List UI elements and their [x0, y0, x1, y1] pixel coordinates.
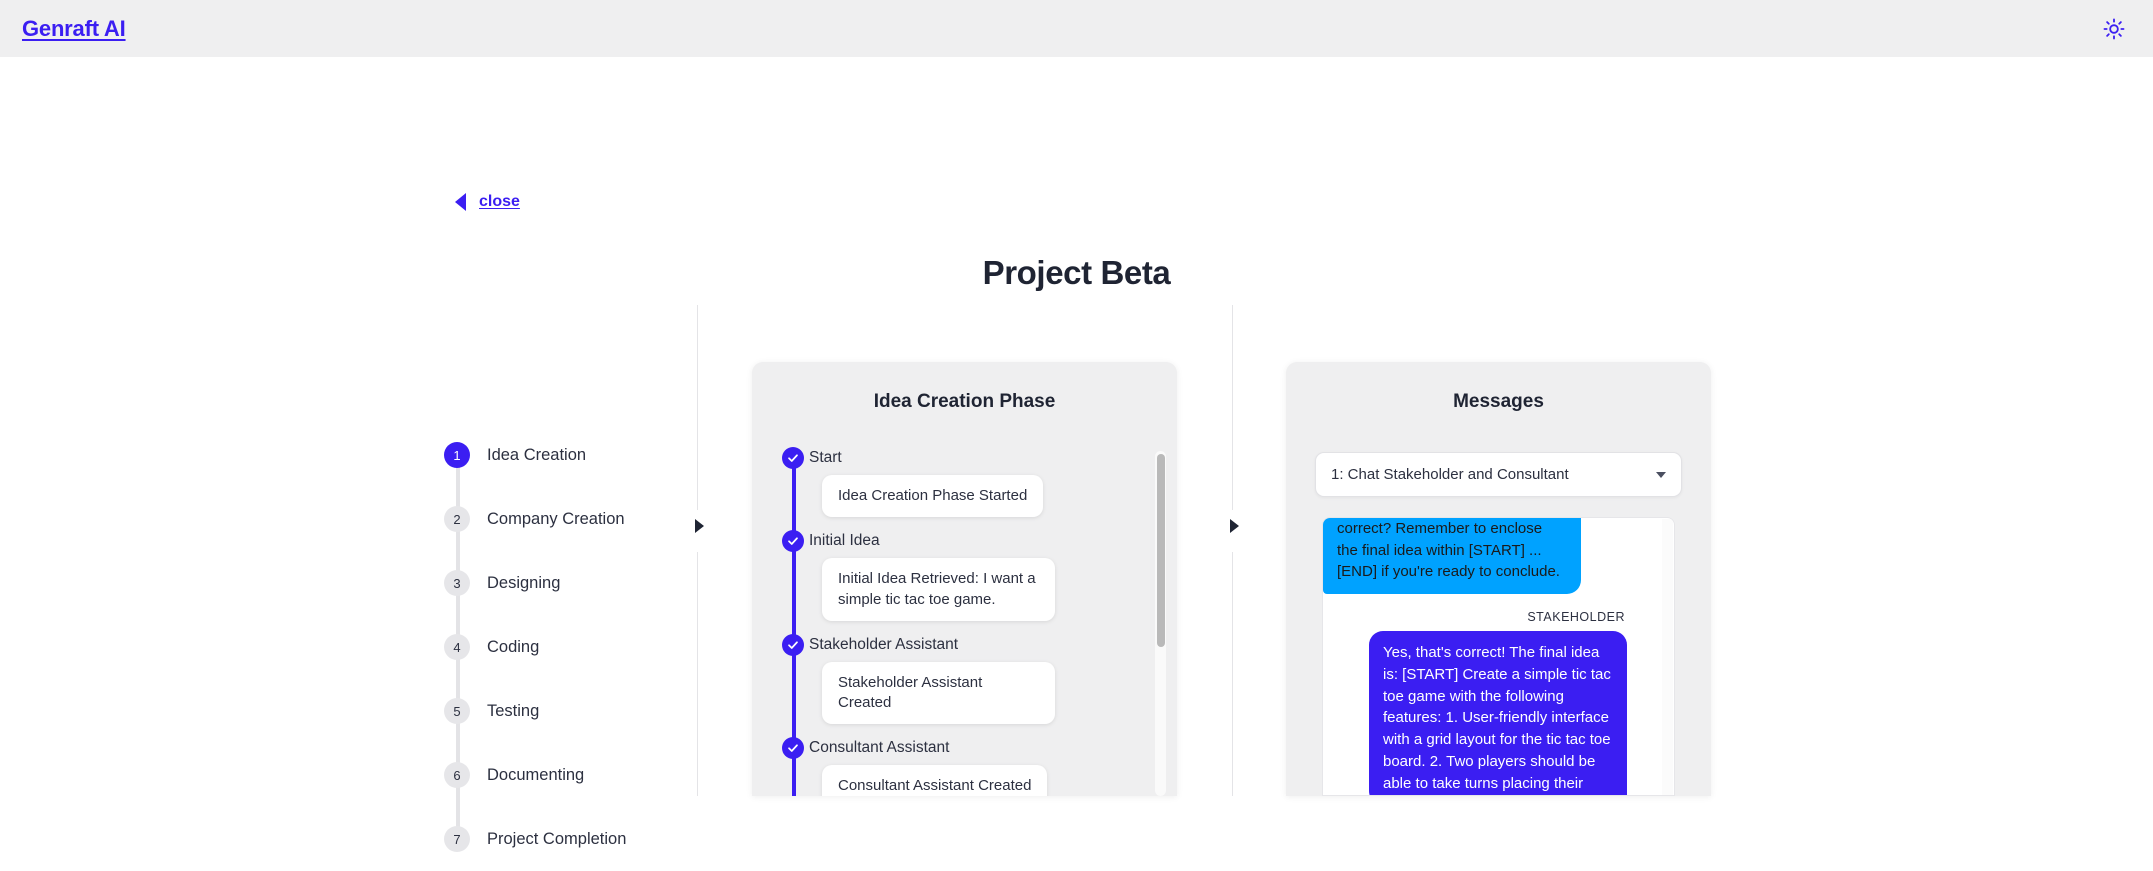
chat-select-value: 1: Chat Stakeholder and Consultant [1331, 466, 1569, 483]
column-divider-right [1230, 305, 1239, 796]
timeline-card: Consultant Assistant Created [822, 765, 1048, 796]
phase-stepper: 1 Idea Creation 2 Company Creation 3 Des… [435, 423, 685, 871]
timeline-item-stakeholder-assistant: Stakeholder Assistant Stakeholder Assist… [782, 633, 1159, 749]
chat-select[interactable]: 1: Chat Stakeholder and Consultant [1315, 452, 1682, 497]
stepper-number: 7 [444, 826, 470, 852]
close-label: close [479, 193, 520, 210]
check-circle-icon [782, 530, 804, 553]
timeline-card: Stakeholder Assistant Created [822, 661, 1055, 725]
triangle-right-icon[interactable] [1230, 519, 1239, 533]
stepper-label: Testing [487, 701, 540, 720]
scrollbar-thumb[interactable] [1156, 454, 1165, 647]
brand-logo-link[interactable]: Genraft AI [22, 16, 126, 42]
timeline-item-consultant-assistant: Consultant Assistant Consultant Assistan… [782, 737, 1159, 796]
check-circle-icon [782, 633, 804, 656]
stepper-number: 1 [444, 442, 470, 468]
chat-message-list[interactable]: to start a new game. Is that correct? Re… [1322, 517, 1675, 796]
chat-inner: to start a new game. Is that correct? Re… [1323, 518, 1659, 795]
check-circle-icon [782, 737, 804, 760]
messages-panel-title: Messages [1453, 391, 1544, 412]
stepper-number: 6 [444, 762, 470, 788]
divider-line [697, 305, 698, 510]
chat-speaker-label: STAKEHOLDER [1527, 610, 1625, 624]
idea-timeline-scrollbar[interactable] [1155, 451, 1166, 796]
timeline-card: Idea Creation Phase Started [822, 475, 1044, 518]
timeline-heading: Stakeholder Assistant [809, 635, 959, 653]
timeline-rail [791, 541, 796, 645]
stepper-item-coding[interactable]: 4 Coding [435, 615, 685, 711]
timeline-rail [791, 644, 796, 749]
stepper-item-testing[interactable]: 5 Testing [435, 679, 685, 775]
stepper-label: Company Creation [487, 509, 625, 528]
close-button[interactable]: close [455, 193, 520, 211]
stepper-label: Coding [487, 637, 540, 656]
timeline-card: Initial Idea Retrieved: I want a simple … [822, 558, 1055, 621]
idea-creation-panel: Idea Creation Phase Start Idea Creation … [752, 362, 1177, 796]
sun-icon [2103, 18, 2125, 39]
messages-panel: Messages 1: Chat Stakeholder and Consult… [1286, 362, 1711, 796]
stepper-item-idea-creation[interactable]: 1 Idea Creation [435, 423, 685, 519]
page-body: close Project Beta 1 Idea Creation 2 Com… [0, 57, 2153, 852]
chat-bubble-consultant: to start a new game. Is that correct? Re… [1323, 518, 1581, 594]
page-title: Project Beta [982, 254, 1171, 291]
timeline-rail [791, 458, 796, 542]
chat-message-row: to start a new game. Is that correct? Re… [1323, 518, 1643, 594]
columns-region: 1 Idea Creation 2 Company Creation 3 Des… [0, 305, 2153, 852]
check-circle-icon [782, 447, 804, 469]
stepper-number: 2 [444, 506, 470, 532]
chevron-down-icon [1656, 471, 1666, 478]
stepper-item-company-creation[interactable]: 2 Company Creation [435, 487, 685, 583]
chat-scrollbar[interactable] [1662, 519, 1673, 795]
stepper-label: Documenting [487, 765, 585, 784]
timeline-item-start: Start Idea Creation Phase Started [782, 447, 1159, 542]
idea-timeline-scroll[interactable]: Start Idea Creation Phase Started Initia… [752, 447, 1177, 796]
top-header-bar: Genraft AI [0, 0, 2153, 57]
timeline-heading: Start [809, 449, 842, 466]
stepper-number: 4 [444, 634, 470, 660]
stepper-number: 5 [444, 698, 470, 724]
idea-panel-title: Idea Creation Phase [873, 391, 1056, 412]
column-divider-left [695, 305, 704, 796]
stepper-label: Designing [487, 573, 561, 592]
stepper-item-project-completion[interactable]: 7 Project Completion [435, 807, 685, 871]
stepper-label: Project Completion [487, 829, 627, 848]
timeline-heading: Initial Idea [809, 532, 880, 550]
triangle-left-icon [455, 193, 466, 211]
stepper-item-designing[interactable]: 3 Designing [435, 551, 685, 647]
divider-line [1232, 305, 1233, 510]
stepper-label: Idea Creation [487, 445, 587, 464]
triangle-right-icon[interactable] [695, 519, 704, 533]
stepper-number: 3 [444, 570, 470, 596]
chat-bubble-stakeholder: Yes, that's correct! The final idea is: … [1369, 631, 1627, 795]
chat-message-row: STAKEHOLDER Yes, that's correct! The fin… [1323, 610, 1643, 795]
theme-toggle-button[interactable] [2097, 12, 2131, 46]
divider-line [1232, 552, 1233, 796]
divider-line [697, 552, 698, 796]
timeline-item-initial-idea: Initial Idea Initial Idea Retrieved: I w… [782, 530, 1159, 645]
stepper-item-documenting[interactable]: 6 Documenting [435, 743, 685, 839]
timeline-heading: Consultant Assistant [809, 739, 950, 757]
